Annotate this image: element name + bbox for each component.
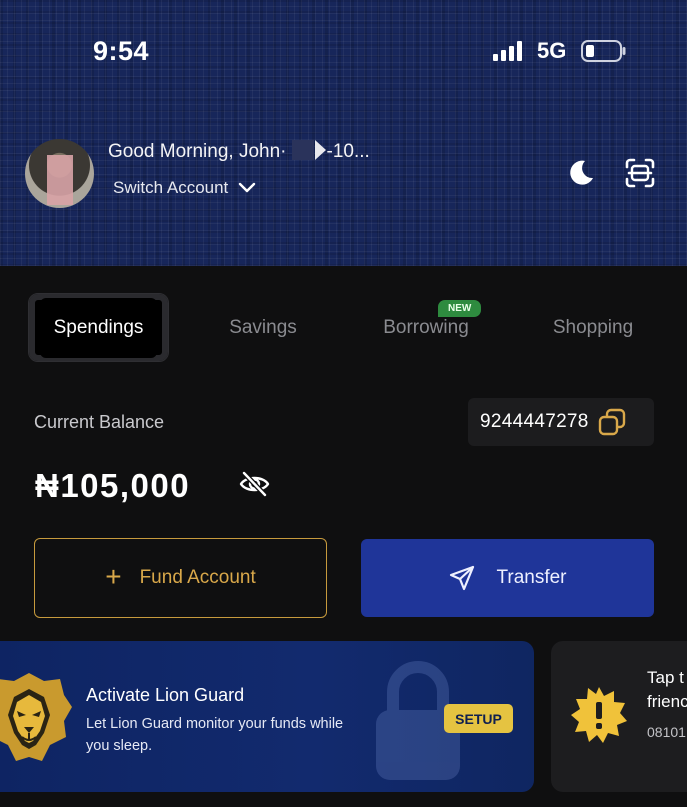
account-tabs: Spendings Savings Borrowing Shopping (28, 293, 668, 362)
tab-borrowing-label: Borrowing (383, 316, 469, 338)
header: 9:54 5G Good Morning, John· -10... Switch… (0, 0, 687, 266)
lion-guard-description: Let Lion Guard monitor your funds while … (86, 716, 344, 754)
tap-card-title: Tap t frienc (647, 666, 687, 714)
transfer-label: Transfer (496, 567, 567, 588)
scan-icon[interactable] (624, 157, 656, 189)
lion-icon (0, 673, 72, 761)
lion-guard-title: Activate Lion Guard (86, 685, 245, 705)
redaction-marker (314, 140, 326, 160)
transfer-button[interactable]: Transfer (361, 539, 654, 617)
new-badge: NEW (438, 300, 482, 317)
switch-account-button[interactable]: Switch Account (113, 178, 256, 198)
fund-account-button[interactable]: + Fund Account (34, 538, 327, 618)
avatar-redaction (47, 155, 73, 205)
alert-badge-icon (571, 687, 627, 743)
tab-savings[interactable]: Savings (207, 293, 319, 362)
signal-icon (493, 41, 522, 61)
greeting-suffix: -10... (326, 141, 370, 162)
lion-guard-card[interactable]: Activate Lion Guard Let Lion Guard monit… (0, 641, 534, 792)
moon-icon[interactable] (566, 158, 596, 188)
network-type: 5G (537, 38, 567, 63)
plus-icon: + (105, 560, 122, 592)
switch-account-label: Switch Account (113, 178, 229, 197)
greeting: Good Morning, John· -10... (108, 140, 370, 163)
account-number: 9244447278 (480, 411, 589, 432)
greeting-text: Good Morning, John· (108, 141, 287, 162)
avatar[interactable] (25, 139, 94, 208)
tap-card-title-line2: frienc (647, 692, 687, 711)
copy-icon[interactable] (597, 407, 627, 437)
setup-button[interactable]: SETUP (444, 704, 513, 733)
tab-spendings[interactable]: Spendings (28, 293, 169, 362)
tap-card-subtitle: 08101 (647, 724, 686, 740)
balance-amount: ₦105,000 (35, 467, 191, 504)
chevron-down-icon (239, 182, 256, 193)
tap-card-title-line1: Tap t (647, 668, 684, 687)
current-balance-label: Current Balance (34, 412, 165, 432)
tab-spendings-label: Spendings (39, 297, 158, 358)
redaction-block (291, 140, 314, 160)
eye-off-icon[interactable] (238, 470, 271, 498)
fund-account-label: Fund Account (139, 567, 256, 588)
tab-savings-label: Savings (229, 316, 297, 338)
tab-shopping[interactable]: Shopping (537, 293, 649, 362)
tap-to-refer-card[interactable]: Tap t frienc 08101 (551, 641, 687, 792)
send-icon (450, 565, 475, 591)
tab-shopping-label: Shopping (552, 316, 634, 338)
battery-icon (581, 40, 626, 62)
account-number-copy[interactable]: 9244447278 (468, 398, 654, 446)
status-time: 9:54 (93, 36, 150, 66)
